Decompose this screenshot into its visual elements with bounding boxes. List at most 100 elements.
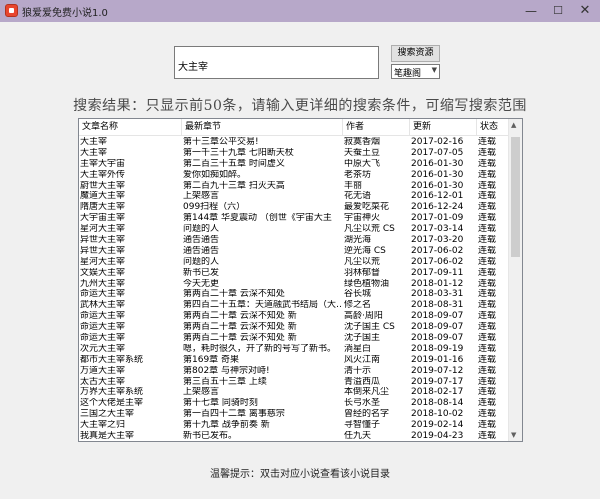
table-row[interactable]: 命运大主宰 第两百二十章 云深不知处 谷长城 2018-03-31 连载 (79, 289, 508, 300)
cell-latest-chapter: 上架感言 (183, 387, 220, 398)
cell-updated: 2019-01-16 (411, 354, 464, 365)
column-header-title[interactable]: 文章名称 (79, 119, 182, 135)
cell-latest-chapter: 第两百二十章 云深不知处 (183, 289, 285, 300)
cell-author: 凡尘以荒 CS (344, 224, 395, 235)
table-row[interactable]: 命运大主宰 第两百二十章 云深不知处 新 高龄·周阳 2018-09-07 连载 (79, 311, 508, 322)
cell-title: 大主宰 (80, 147, 108, 158)
cell-updated: 2018-02-17 (411, 387, 464, 398)
cell-updated: 2018-09-07 (411, 322, 464, 333)
cell-status: 连载 (478, 147, 497, 158)
table-row[interactable]: 万界大主宰系统 上架感言 本倒来凡尘 2018-02-17 连载 (79, 387, 508, 398)
scrollbar-thumb[interactable] (511, 137, 520, 257)
cell-title: 文娱大主宰 (80, 267, 126, 278)
table-row[interactable]: 三国之大主宰 第一百四十二章 离事慈宗 曾经的名字 2018-10-02 连载 (79, 409, 508, 420)
table-row[interactable]: 大主宰外传 爱你如痴如醉。 老茶坊 2016-01-30 连载 (79, 170, 508, 181)
cell-latest-chapter: 第四百二十五章：天道融武书结局（大… (183, 300, 342, 311)
scroll-down-icon[interactable]: ▼ (511, 431, 516, 439)
cell-status: 连载 (478, 256, 497, 267)
table-row[interactable]: 次元大主宰 嗯，耗时很久，开了新的号写了新书。 淌星白 2018-09-19 连载 (79, 344, 508, 355)
cell-updated: 2018-03-31 (411, 289, 464, 300)
cell-author: 谷长城 (344, 289, 372, 300)
cell-title: 次元大主宰 (80, 343, 126, 354)
cell-author: 淌星白 (344, 343, 372, 354)
table-row[interactable]: 星河大主宰 问题的人 凡尘以荒 CS 2017-03-14 连载 (79, 224, 508, 235)
cell-status: 连载 (478, 245, 497, 256)
table-row[interactable]: 命运大主宰 第两百二十章 云深不知处 新 沈子国主 CS 2018-09-07 连载 (79, 322, 508, 333)
cell-author: 绿色植物油 (344, 278, 390, 289)
cell-latest-chapter: 第802章 与神宗对峙! (183, 365, 270, 376)
minimize-button[interactable]: — (517, 0, 545, 22)
search-input[interactable]: 大主宰 (174, 46, 379, 79)
table-row[interactable]: 九州大主宰 今天无更 绿色植物油 2018-01-12 连载 (79, 279, 508, 290)
cell-latest-chapter: 第144章 华夏震动 （创世《宇宙大主 (183, 213, 332, 224)
cell-updated: 2019-07-12 (411, 365, 464, 376)
cell-updated: 2016-01-30 (411, 180, 464, 191)
column-header-latest-chapter[interactable]: 最新章节 (182, 119, 343, 135)
vertical-scrollbar[interactable]: ▲ ▼ (508, 119, 522, 441)
table-row[interactable]: 武林大主宰 第四百二十五章：天道融武书结局（大… 修之名 2018-08-31 连载 (79, 300, 508, 311)
cell-author: 曾经的名字 (344, 409, 390, 420)
table-row[interactable]: 星河大主宰 问题的人 凡尘以荒 2017-06-02 连载 (79, 257, 508, 268)
table-row[interactable]: 魔道大主宰 上架感言 花无语 2016-12-01 连载 (79, 191, 508, 202)
cell-title: 大宇宙主宰 (80, 213, 126, 224)
table-row[interactable]: 大主宰 第十三章公平交易! 寂寞香烟 2017-02-16 连载 (79, 137, 508, 148)
cell-latest-chapter: 嗯，耗时很久，开了新的号写了新书。 (183, 343, 337, 354)
column-header-author[interactable]: 作者 (343, 119, 410, 135)
cell-title: 大主宰外传 (80, 169, 126, 180)
cell-updated: 2018-08-14 (411, 398, 464, 409)
cell-status: 连载 (478, 180, 497, 191)
cell-author: 最爱吃菜花 (344, 202, 390, 213)
search-result-notice: 搜索结果：只显示前50条，请输入更详细的搜索条件，可缩写搜索范围 (73, 98, 527, 114)
cell-status: 连载 (478, 409, 497, 420)
table-row[interactable]: 异世大主宰 通告通告 逆光海 CS 2017-06-02 连载 (79, 246, 508, 257)
cell-author: 任九天 (344, 431, 372, 442)
cell-updated: 2019-04-23 (411, 431, 464, 442)
cell-latest-chapter: 第十九章 战争前奏 新 (183, 420, 270, 431)
close-button[interactable]: ✕ (571, 0, 599, 22)
cell-title: 太古大主宰 (80, 376, 126, 387)
cell-author: 中原大飞 (344, 158, 381, 169)
cell-updated: 2018-08-31 (411, 300, 464, 311)
search-button[interactable]: 搜索资源 (391, 45, 440, 62)
table-row[interactable]: 蔚世大主宰 第二百九十三章 扫灭天高 丰丽 2016-01-30 连载 (79, 181, 508, 192)
cell-title: 异世大主宰 (80, 245, 126, 256)
table-row[interactable]: 文娱大主宰 新书已发 羽林郁督 2017-09-11 连载 (79, 268, 508, 279)
column-header-updated[interactable]: 更新 (410, 119, 477, 135)
table-row[interactable]: 太古大主宰 第三百五十三章 上续 青溢西瓜 2019-07-17 连载 (79, 377, 508, 388)
table-row[interactable]: 大主宰之归 第十九章 战争前奏 新 寻智懂子 2019-02-14 连载 (79, 420, 508, 431)
cell-status: 连载 (478, 267, 497, 278)
cell-updated: 2016-12-24 (411, 202, 464, 213)
cell-updated: 2018-09-19 (411, 343, 464, 354)
cell-title: 三国之大主宰 (80, 409, 135, 420)
table-row[interactable]: 隋唐大主宰 099扫程（六） 最爱吃菜花 2016-12-24 连载 (79, 202, 508, 213)
table-row[interactable]: 都市大主宰系统 第169章 奇果 风火江南 2019-01-16 连载 (79, 355, 508, 366)
cell-title: 蔚世大主宰 (80, 180, 126, 191)
cell-latest-chapter: 第两百二十章 云深不知处 新 (183, 311, 297, 322)
table-row[interactable]: 主宰大宇宙 第二百三十五章 时间虚义 中原大飞 2016-01-30 连载 (79, 159, 508, 170)
cell-title: 命运大主宰 (80, 333, 126, 344)
table-row[interactable]: 大宇宙主宰 第144章 华夏震动 （创世《宇宙大主 宇宙神火 2017-01-09 连载 (79, 213, 508, 224)
cell-title: 星河大主宰 (80, 256, 126, 267)
table-row[interactable]: 我真是大主宰 新书已发布。 任九天 2019-04-23 连载 (79, 431, 508, 442)
table-row[interactable]: 命运大主宰 第两百二十章 云深不知处 新 沈子国主 2018-09-07 连载 (79, 333, 508, 344)
cell-updated: 2017-07-05 (411, 147, 464, 158)
cell-author: 天蚕土豆 (344, 147, 381, 158)
table-row[interactable]: 异世大主宰 通告通告 湖光海 2017-03-20 连载 (79, 235, 508, 246)
hint-text: 温馨提示：双击对应小说查看该小说目录 (210, 469, 390, 480)
maximize-button[interactable]: ☐ (544, 0, 572, 22)
cell-status: 连载 (478, 387, 497, 398)
table-row[interactable]: 这个大佬是主宰 第十七章 同骑时刻 长弓水圣 2018-08-14 连载 (79, 398, 508, 409)
cell-latest-chapter: 上架感言 (183, 191, 220, 202)
source-select[interactable]: 笔趣阁 ▼ (391, 64, 440, 79)
results-table[interactable]: 文章名称 最新章节 作者 更新 状态 大主宰 第十三章公平交易! 寂寞香烟 2017-… (78, 118, 523, 442)
cell-title: 万界大主宰系统 (80, 387, 144, 398)
cell-status: 连载 (478, 376, 497, 387)
source-select-value: 笔趣阁 (394, 69, 422, 79)
chevron-down-icon: ▼ (431, 66, 437, 74)
cell-title: 命运大主宰 (80, 322, 126, 333)
table-row[interactable]: 大主宰 第一千三十九章 七阳断天杖 天蚕土豆 2017-07-05 连载 (79, 148, 508, 159)
scroll-up-icon[interactable]: ▲ (511, 121, 516, 129)
table-row[interactable]: 万道大主宰 第802章 与神宗对峙! 清十示 2019-07-12 连载 (79, 366, 508, 377)
cell-status: 连载 (478, 169, 497, 180)
cell-title: 异世大主宰 (80, 235, 126, 246)
